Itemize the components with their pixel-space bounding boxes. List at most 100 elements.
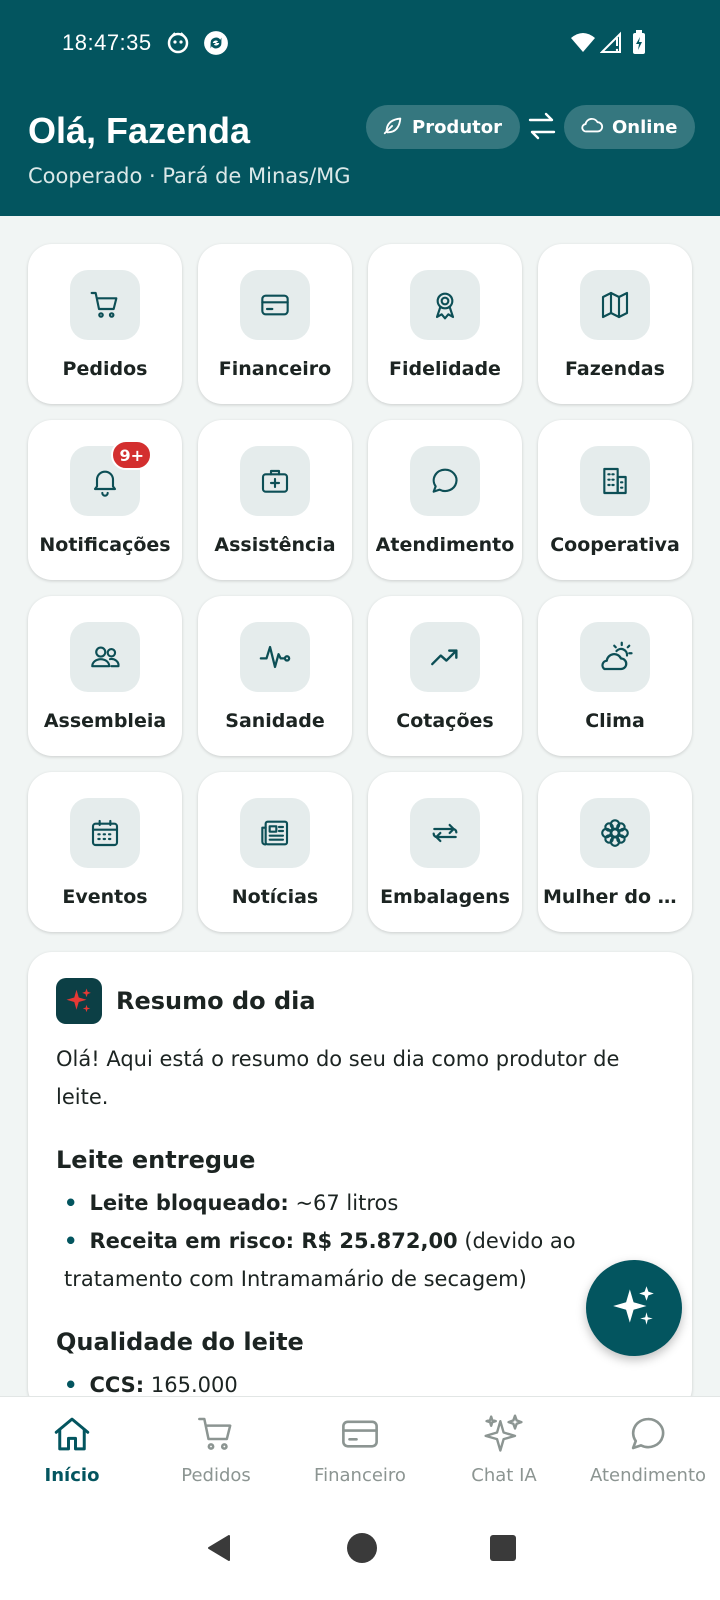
tile-label: Notificações: [39, 534, 171, 556]
tile-label: Sanidade: [225, 710, 325, 732]
tile-sanidade[interactable]: Sanidade: [198, 596, 352, 756]
tile-label: Financeiro: [218, 358, 332, 380]
bottom-navigation: Início Pedidos Financeiro Chat IA Atendi…: [0, 1396, 720, 1500]
notification-badge: 9+: [111, 440, 152, 470]
tile-clima[interactable]: Clima: [538, 596, 692, 756]
cloud-icon: [580, 114, 604, 141]
swap-icon: [410, 798, 480, 868]
tile-mulher-do-campo[interactable]: Mulher do C...: [538, 772, 692, 932]
tile-eventos[interactable]: Eventos: [28, 772, 182, 932]
tile-fidelidade[interactable]: Fidelidade: [368, 244, 522, 404]
sync-notification-icon: [203, 30, 229, 56]
item-value: 165.000: [144, 1373, 238, 1397]
section-title-leite-entregue: Leite entregue: [56, 1146, 256, 1174]
nav-inicio[interactable]: Início: [0, 1397, 144, 1500]
item-label: CCS:: [89, 1373, 145, 1397]
nav-label: Pedidos: [181, 1465, 251, 1486]
recents-button[interactable]: [489, 1534, 517, 1567]
section-title-qualidade: Qualidade do leite: [56, 1328, 304, 1356]
trending-up-icon: [410, 622, 480, 692]
tile-notificacoes[interactable]: 9+ Notificações: [28, 420, 182, 580]
tile-cooperativa[interactable]: Cooperativa: [538, 420, 692, 580]
tile-cotacoes[interactable]: Cotações: [368, 596, 522, 756]
list-item: • Leite bloqueado: ~67 litros: [64, 1191, 399, 1215]
system-navigation-bar: [0, 1500, 720, 1600]
nav-label: Início: [44, 1465, 100, 1486]
tile-label: Fidelidade: [389, 358, 501, 380]
item-value: ~67 litros: [288, 1191, 399, 1215]
switch-profile-button[interactable]: [524, 110, 560, 146]
wifi-icon: [570, 30, 596, 56]
tile-assistencia[interactable]: Assistência: [198, 420, 352, 580]
status-bar: 18:47:35: [0, 0, 720, 90]
ai-chat-fab[interactable]: [586, 1260, 682, 1356]
leite-entregue-list: • Leite bloqueado: ~67 litros • Receita em…: [56, 1184, 664, 1298]
tile-label: Assistência: [214, 534, 336, 556]
nav-atendimento[interactable]: Atendimento: [576, 1397, 720, 1500]
newspaper-icon: [240, 798, 310, 868]
chat-bubble-icon: [410, 446, 480, 516]
tile-pedidos[interactable]: Pedidos: [28, 244, 182, 404]
app-header: 18:47:35 Olá, Fazenda Cooperado · Pará d…: [0, 0, 720, 216]
swap-arrows-icon: [526, 110, 558, 147]
online-status-pill[interactable]: Online: [564, 105, 696, 149]
sparkles-icon: [609, 1281, 659, 1336]
sun-cloud-icon: [580, 622, 650, 692]
back-button[interactable]: [203, 1532, 235, 1569]
people-icon: [70, 622, 140, 692]
tile-atendimento[interactable]: Atendimento: [368, 420, 522, 580]
tile-label: Notícias: [231, 886, 319, 908]
online-pill-label: Online: [612, 116, 678, 138]
sparkles-icon: [481, 1411, 527, 1457]
nav-label: Financeiro: [314, 1465, 406, 1486]
greeting-subtitle: Cooperado · Pará de Minas/MG: [28, 164, 351, 188]
tile-label: Fazendas: [565, 358, 665, 380]
medkit-icon: [240, 446, 310, 516]
cart-icon: [70, 270, 140, 340]
leaf-icon: [382, 114, 404, 141]
greeting-title: Olá, Fazenda: [28, 110, 251, 151]
item-label: Leite bloqueado:: [89, 1191, 289, 1215]
sparkles-icon: [56, 978, 102, 1024]
chat-bubble-icon: [625, 1411, 671, 1457]
summary-header: Resumo do dia: [56, 978, 664, 1024]
tile-label: Pedidos: [62, 358, 148, 380]
credit-card-icon: [337, 1411, 383, 1457]
nav-label: Chat IA: [471, 1465, 537, 1486]
nav-financeiro[interactable]: Financeiro: [288, 1397, 432, 1500]
battery-charging-icon: [630, 30, 656, 56]
pulse-icon: [240, 622, 310, 692]
role-pill-label: Produtor: [412, 116, 502, 138]
app-notification-icon: [166, 30, 192, 56]
summary-intro: Olá! Aqui está o resumo do seu dia como …: [56, 1047, 620, 1109]
tile-label: Mulher do C...: [543, 886, 687, 908]
tile-label: Atendimento: [375, 534, 515, 556]
cell-signal-icon: [599, 30, 626, 56]
bell-icon: 9+: [70, 440, 152, 516]
nav-chat-ia[interactable]: Chat IA: [432, 1397, 576, 1500]
home-button[interactable]: [345, 1531, 379, 1570]
nav-label: Atendimento: [589, 1465, 707, 1486]
summary-title: Resumo do dia: [116, 987, 316, 1015]
map-icon: [580, 270, 650, 340]
daily-summary-card: Resumo do dia Olá! Aqui está o resumo do…: [28, 952, 692, 1412]
tile-assembleia[interactable]: Assembleia: [28, 596, 182, 756]
role-pill[interactable]: Produtor: [366, 105, 520, 149]
tile-noticias[interactable]: Notícias: [198, 772, 352, 932]
item-label: Receita em risco: R$ 25.872,00: [89, 1229, 458, 1253]
status-time: 18:47:35: [62, 30, 152, 55]
home-icon: [49, 1411, 95, 1457]
flower-icon: [580, 798, 650, 868]
tile-fazendas[interactable]: Fazendas: [538, 244, 692, 404]
tile-label: Eventos: [62, 886, 148, 908]
cart-icon: [193, 1411, 239, 1457]
tile-embalagens[interactable]: Embalagens: [368, 772, 522, 932]
quick-access-grid: Pedidos Financeiro Fidelidade Fazendas 9…: [28, 244, 692, 932]
tile-financeiro[interactable]: Financeiro: [198, 244, 352, 404]
nav-pedidos[interactable]: Pedidos: [144, 1397, 288, 1500]
list-item: • Receita em risco: R$ 25.872,00 (devido …: [64, 1229, 576, 1291]
building-icon: [580, 446, 650, 516]
credit-card-icon: [240, 270, 310, 340]
tile-label: Clima: [585, 710, 645, 732]
tile-label: Embalagens: [380, 886, 510, 908]
